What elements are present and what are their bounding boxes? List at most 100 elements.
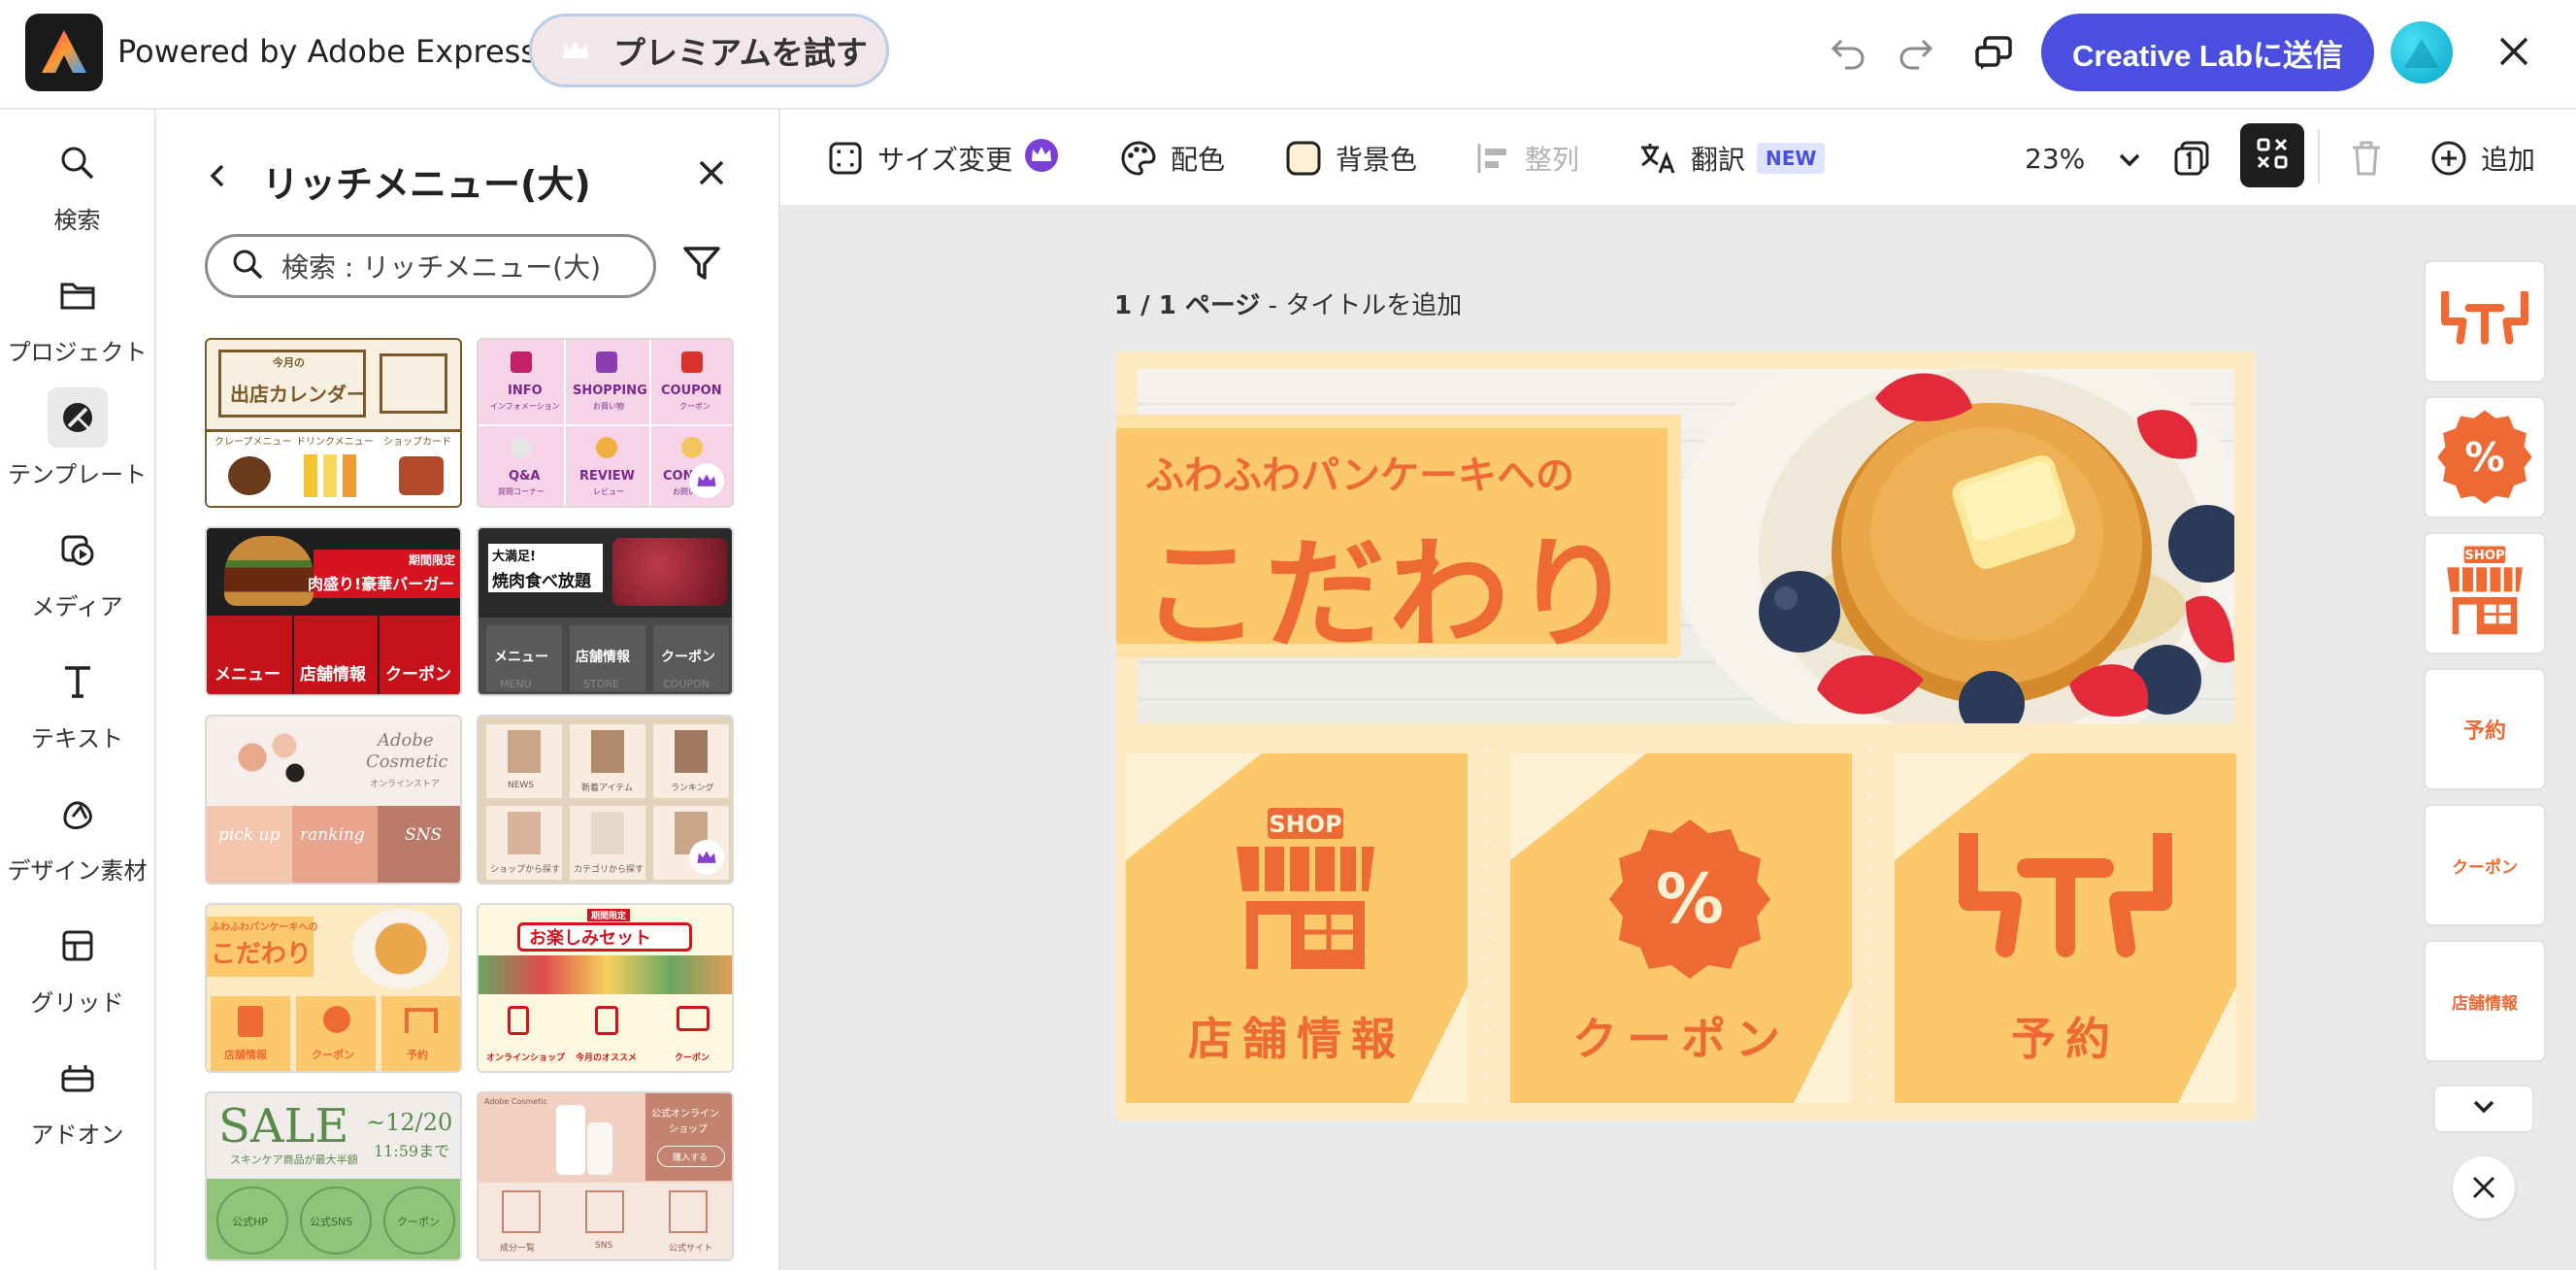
thumb-text: 店舗情報 [224,1049,267,1061]
filter-icon[interactable] [682,244,721,286]
new-badge: NEW [1757,143,1826,174]
page-count-icon[interactable] [2172,135,2211,182]
thumb-text: カテゴリから探す [574,865,644,875]
share-icon[interactable] [1970,29,2017,76]
close-icon[interactable] [2491,28,2537,75]
avatar[interactable] [2391,21,2453,84]
search-icon [231,248,264,284]
thumb-text: pick up [218,825,281,845]
thumb-text: オンラインストア [370,780,440,789]
color-scheme-label: 配色 [1171,144,1226,176]
template-thumbnail-calendar[interactable]: 今月の 出店カレンダー クレープメニュー ドリンクメニュー ショップカード [205,338,462,508]
design-subtitle[interactable]: ふわふわパンケーキへの [1145,444,1574,500]
quick-element-store-info-text[interactable]: 店舗情報 [2424,940,2546,1062]
background-color-label: 背景色 [1336,144,1418,176]
layout-toggle-button[interactable] [2240,123,2304,187]
template-search-input[interactable] [281,250,631,283]
editor-toolbar: サイズ変更 配色 背景色 整列 翻訳 NEW 23% 追加 [780,110,2576,205]
quick-panel-close-icon[interactable] [2453,1156,2515,1219]
title-band[interactable]: ふわふわパンケーキへの こだわり [1116,415,1681,665]
redo-icon[interactable] [1892,29,1938,76]
thumb-text: 大満足! [492,550,536,564]
top-bar: Powered by Adobe Express プレミアムを試す Creati… [0,0,2576,110]
quick-panel-expand-button[interactable] [2433,1085,2534,1133]
design-canvas[interactable]: ふわふわパンケーキへの こだわり SHOP 店舗情報 % クーポン 予約 [1116,351,2255,1120]
search-icon [48,133,108,193]
add-button[interactable]: 追加 [2430,135,2535,182]
thumb-text: お買い物 [593,402,624,411]
thumb-text: 店舗情報 [300,665,366,685]
quick-element-label: 店舗情報 [2452,993,2518,1014]
thumb-text: クーポン [675,1053,710,1063]
template-search-field[interactable] [205,234,656,298]
zoom-dropdown[interactable]: 23% [2025,135,2141,182]
store-info-card[interactable]: SHOP 店舗情報 [1116,744,1477,1113]
reservation-card[interactable]: 予約 [1885,744,2246,1113]
adobe-express-logo[interactable] [25,14,103,91]
thumb-text: 肉盛り!豪華バーガー [308,575,455,593]
shapes-icon [48,784,108,844]
quick-element-coupon-text[interactable]: クーポン [2424,804,2546,926]
template-thumbnail-sale[interactable]: SALE ~12/20 11:59まで スキンケア商品が最大半額 公式HP 公式… [205,1091,462,1261]
thumb-text: 新着アイテム [581,784,634,793]
page-title-label[interactable]: 1 / 1 ページ - タイトルを追加 [1114,285,1462,321]
rail-item-design-assets[interactable]: デザイン素材 [0,784,154,900]
back-icon[interactable] [205,156,232,199]
background-color-button[interactable]: 背景色 [1285,135,1417,182]
rail-item-projects[interactable]: プロジェクト [0,265,154,382]
thumb-text: お楽しみセット [529,928,651,949]
try-premium-button[interactable]: プレミアムを試す [529,14,889,87]
percent-badge-icon: % [1609,819,1770,979]
template-thumbnail-fun-set[interactable]: 期間限定 お楽しみセット オンラインショップ 今月のオススメ クーポン [477,903,734,1073]
template-thumbnail-pancake[interactable]: ふわふわパンケーキへの こだわり 店舗情報 クーポン 予約 [205,903,462,1073]
quick-element-reservation-text[interactable]: 予約 [2424,668,2546,790]
design-title[interactable]: こだわり [1140,496,1637,671]
thumb-text: INFO [508,384,543,398]
rail-item-grid[interactable]: グリッド [0,916,154,1032]
thumb-text: Adobe [378,730,434,751]
chevron-down-icon [2472,1099,2495,1119]
template-thumbnail-fashion[interactable]: NEWS 新着アイテム ランキング ショップから探す カテゴリから探す [477,715,734,885]
panel-close-icon[interactable] [697,158,726,191]
send-to-creative-lab-button[interactable]: Creative Labに送信 [2041,14,2374,91]
color-scheme-button[interactable]: 配色 [1120,135,1225,182]
template-thumbnail-info-pink[interactable]: INFO SHOPPING COUPON インフォメーション お買い物 クーポン… [477,338,734,508]
premium-crown-icon [1024,138,1059,180]
align-button[interactable]: 整列 [1474,135,1579,182]
thumb-text: COUPON [661,384,722,398]
brand-text: Powered by Adobe Express [117,33,537,70]
quick-element-table[interactable] [2424,260,2546,383]
template-thumbnail-cosmetic[interactable]: Adobe Cosmetic オンラインストア pick up ranking … [205,715,462,885]
quick-element-percent[interactable]: % [2424,396,2546,518]
delete-icon[interactable] [2349,135,2384,182]
grid-icon [48,916,108,976]
rail-item-addons[interactable]: アドオン [0,1048,154,1164]
left-rail: 検索 プロジェクト テンプレート メディア テキスト デザイン素材 グリッド ア… [0,110,156,1270]
translate-button[interactable]: 翻訳 NEW [1638,135,1826,182]
resize-button[interactable]: サイズ変更 [827,135,1059,182]
rail-item-media[interactable]: メディア [0,519,154,636]
coupon-card[interactable]: % クーポン [1501,744,1862,1113]
rail-item-templates[interactable]: テンプレート [0,387,154,504]
thumb-text: 購入する [673,1153,709,1163]
rail-item-text[interactable]: テキスト [0,652,154,768]
thumb-text: ランキング [671,784,714,793]
thumb-text: STORE [583,678,619,690]
rail-item-search[interactable]: 検索 [0,133,154,250]
template-thumbnail-cosmetic-shop[interactable]: Adobe Cosmetic 公式オンライン ショップ 購入する 成分一覧 SN… [477,1091,734,1261]
palette-icon [1120,140,1157,177]
rail-label: テキスト [30,725,124,752]
undo-icon[interactable] [1826,29,1872,76]
background-swatch-icon [1285,140,1322,177]
card-divider [1483,744,1489,1113]
quick-element-shop[interactable]: SHOP [2424,532,2546,654]
template-thumbnail-yakiniku[interactable]: 大満足! 焼肉食べ放題 メニュー 店舗情報 クーポン MENU STORE CO… [477,526,734,696]
thumb-text: ドリンクメニュー [296,437,374,448]
thumb-text: メニュー [215,665,281,685]
thumb-text: Q&A [509,469,541,484]
translate-icon [1638,140,1677,177]
template-thumbnail-burger[interactable]: 期間限定 肉盛り!豪華バーガー メニュー 店舗情報 クーポン [205,526,462,696]
thumb-text: NEWS [508,781,535,790]
thumb-text: 公式SNS [310,1216,353,1228]
add-title-prompt[interactable]: - タイトルを追加 [1260,291,1463,320]
